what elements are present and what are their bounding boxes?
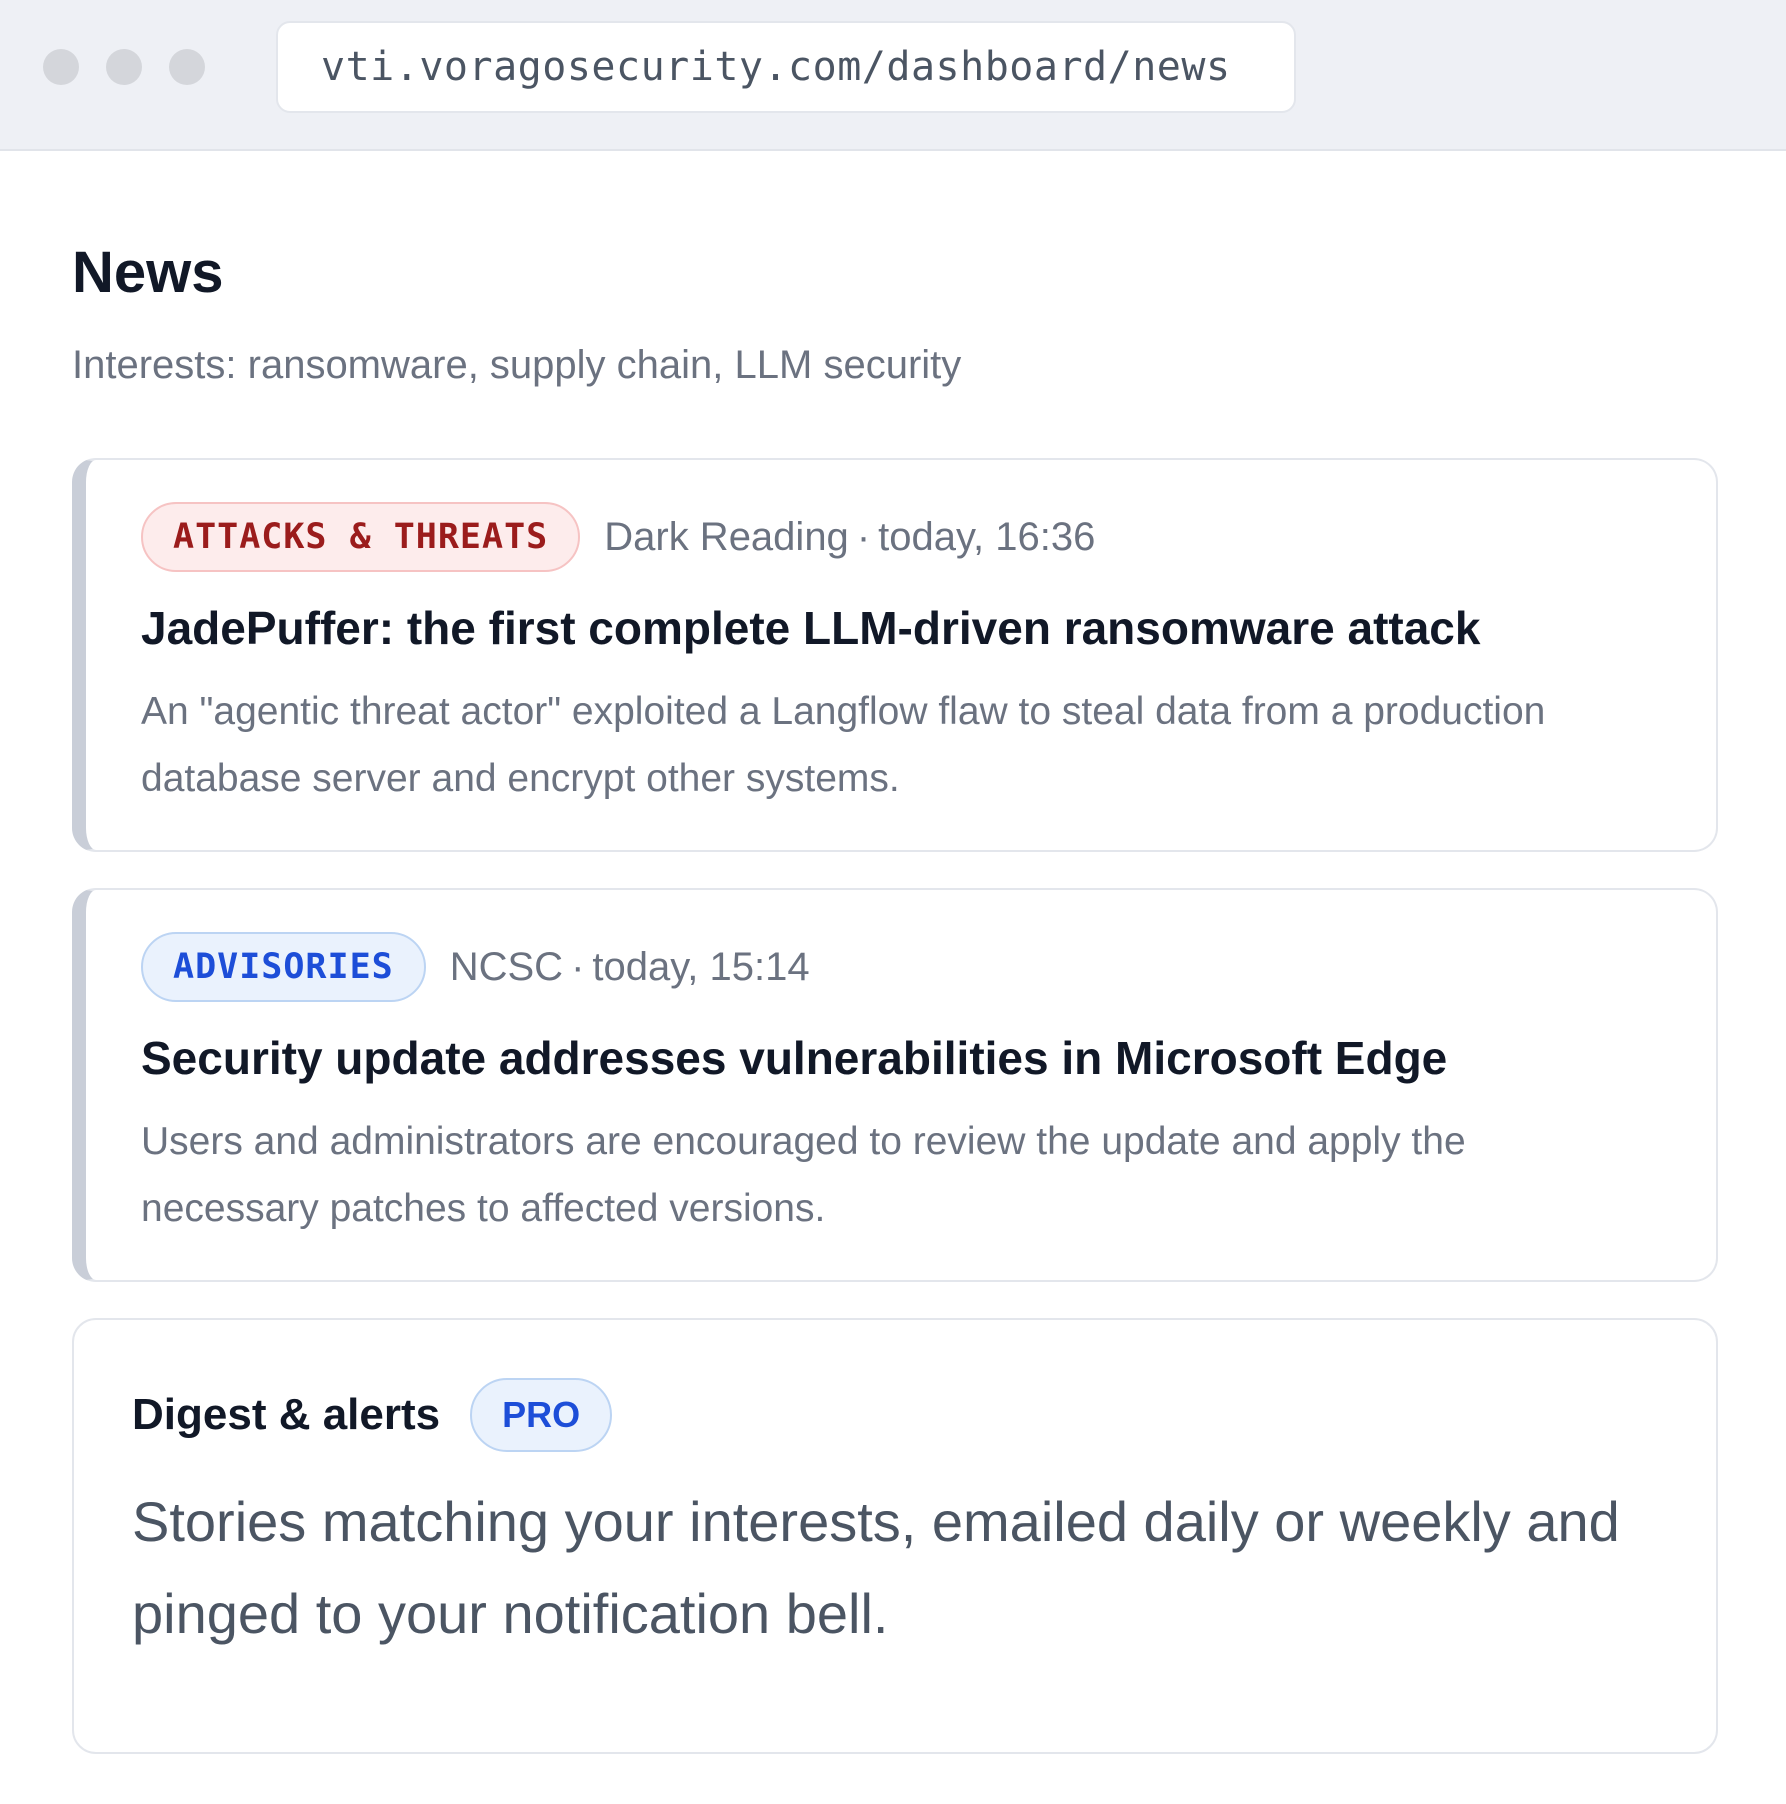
address-bar[interactable]: vti.voragosecurity.com/dashboard/news: [276, 21, 1296, 113]
digest-description: Stories matching your interests, emailed…: [132, 1490, 1620, 1645]
news-description: Users and administrators are encouraged …: [141, 1120, 1466, 1230]
page-title: News: [72, 240, 224, 305]
news-meta: ADVISORIES NCSC · today, 15:14: [141, 932, 810, 1002]
news-time: today, 16:36: [878, 514, 1096, 559]
news-card[interactable]: ADVISORIES NCSC · today, 15:14 Security …: [72, 888, 1718, 1282]
news-source: Dark Reading: [604, 514, 849, 559]
news-title[interactable]: JadePuffer: the first complete LLM-drive…: [141, 598, 1480, 658]
news-time: today, 15:14: [592, 944, 810, 989]
interests-summary: Interests: ransomware, supply chain, LLM…: [72, 343, 962, 387]
meta-separator: ·: [856, 514, 871, 559]
news-title[interactable]: Security update addresses vulnerabilitie…: [141, 1028, 1447, 1088]
news-card[interactable]: ATTACKS & THREATS Dark Reading · today, …: [72, 458, 1718, 852]
window-close-dot[interactable]: [43, 49, 79, 85]
meta-separator: ·: [571, 944, 585, 989]
browser-toolbar: vti.voragosecurity.com/dashboard/news: [0, 0, 1786, 151]
window-minimize-dot[interactable]: [106, 49, 142, 85]
category-tag[interactable]: ADVISORIES: [141, 932, 426, 1002]
digest-header: Digest & alerts PRO: [132, 1378, 613, 1452]
digest-title: Digest & alerts: [132, 1390, 441, 1439]
window-maximize-dot[interactable]: [169, 49, 205, 85]
category-tag[interactable]: ATTACKS & THREATS: [141, 502, 581, 572]
pro-badge: PRO: [470, 1378, 613, 1452]
address-bar-url: vti.voragosecurity.com/dashboard/news: [321, 44, 1231, 90]
news-source: NCSC: [449, 944, 564, 989]
news-description: An "agentic threat actor" exploited a La…: [141, 690, 1546, 800]
digest-card: Digest & alerts PRO Stories matching you…: [72, 1318, 1718, 1754]
news-meta: ATTACKS & THREATS Dark Reading · today, …: [141, 502, 1095, 572]
